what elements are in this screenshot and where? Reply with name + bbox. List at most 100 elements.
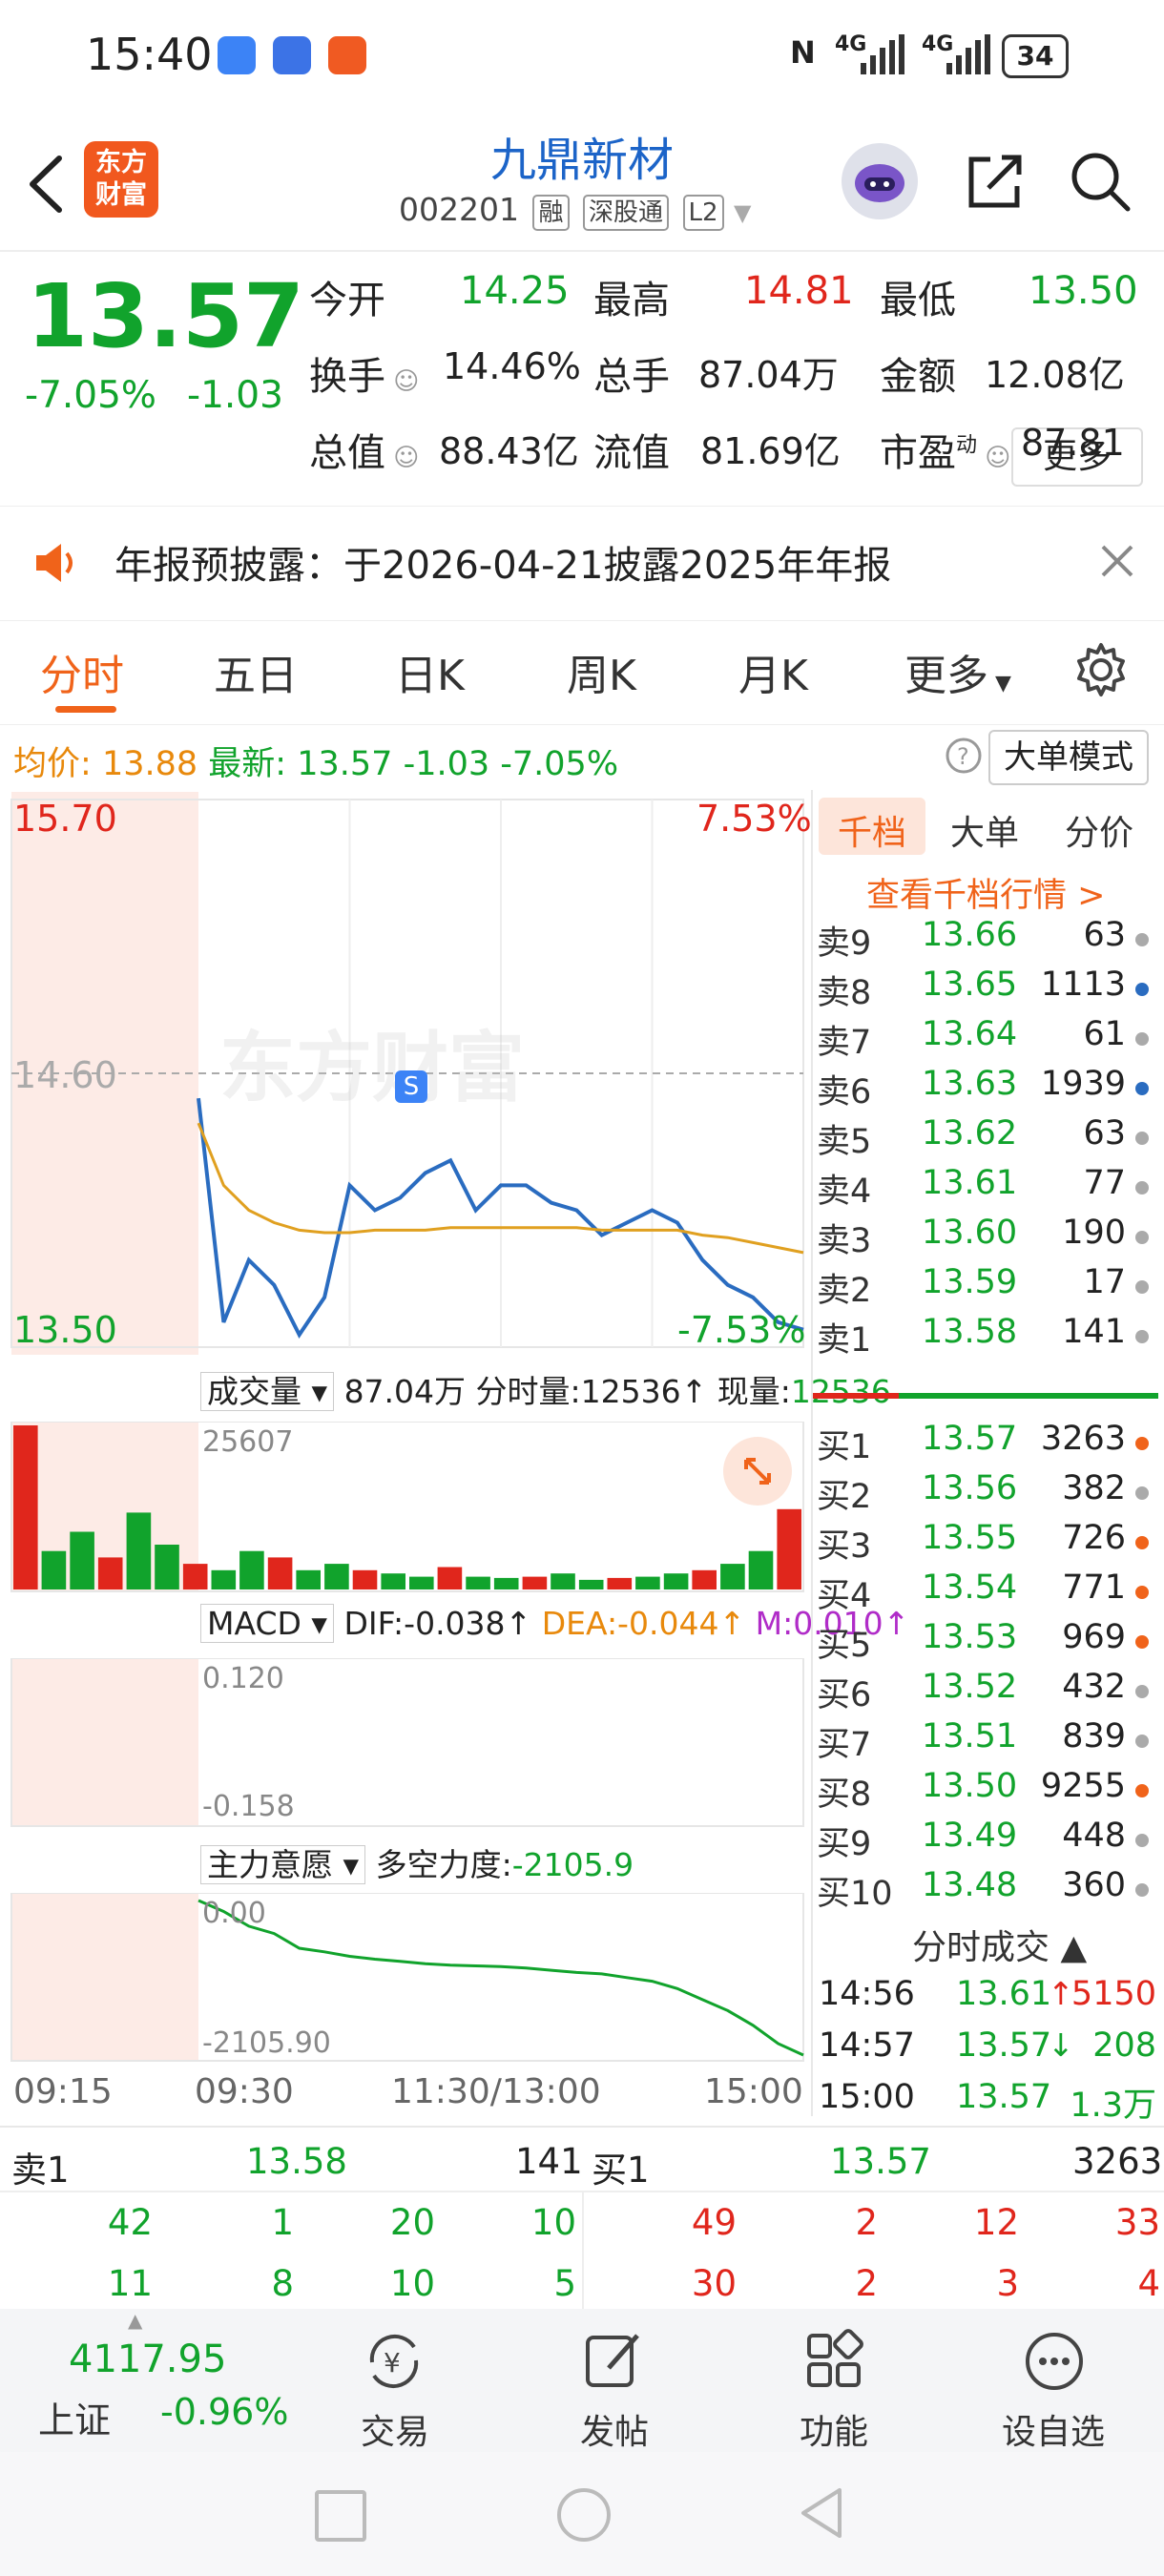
quote-stat-label: 换手 ☺ (309, 355, 420, 399)
nav-trade[interactable]: 交易 (319, 2404, 471, 2454)
ask-row[interactable]: 卖8 13.65 1113 (817, 966, 1160, 1015)
quote-stat-value: 14.25 (460, 269, 570, 313)
bid-row[interactable]: 买5 13.53 969 (817, 1618, 1160, 1668)
tab-intraday[interactable]: 分时 (40, 641, 124, 702)
buy-queue-cell: 2 (855, 2263, 878, 2304)
nav-post[interactable]: 发帖 (538, 2404, 691, 2454)
bid-price: 13.55 (922, 1519, 1018, 1557)
assistant-avatar-icon[interactable] (842, 143, 918, 219)
back-nav-icon[interactable] (798, 2486, 845, 2540)
status-time: 15:40 (86, 29, 213, 80)
ask-price: 13.58 (922, 1313, 1018, 1351)
quote-stat-value: 87.04万 (698, 354, 839, 396)
nav-add-watchlist[interactable]: 设自选 (977, 2404, 1130, 2454)
ask-row[interactable]: 卖7 13.64 61 (817, 1015, 1160, 1065)
home-icon[interactable] (557, 2488, 611, 2542)
buy-queue-cell: 30 (691, 2263, 737, 2304)
quote-stat-value: 14.46% (443, 345, 581, 387)
ask-volume: 190 (1062, 1214, 1126, 1252)
bid-volume: 771 (1062, 1568, 1126, 1607)
sell-queue-cell: 20 (389, 2202, 435, 2243)
main-force-dropdown[interactable]: 主力意愿 ▾ (200, 1845, 366, 1884)
bid-row[interactable]: 买9 13.49 448 (817, 1817, 1160, 1866)
ask-price: 13.60 (922, 1214, 1018, 1252)
close-icon[interactable] (1095, 539, 1139, 583)
avg-value: 13.88 (101, 745, 198, 783)
expand-chart-icon[interactable] (723, 1437, 792, 1506)
bid-row[interactable]: 买7 13.51 839 (817, 1717, 1160, 1767)
big-order-mode-button[interactable]: 大单模式 (988, 730, 1149, 785)
ask-row[interactable]: 卖3 13.60 190 (817, 1214, 1160, 1263)
search-icon[interactable] (1067, 148, 1133, 215)
info-icon[interactable]: ☺ (385, 367, 419, 396)
orderbook-tab-big-order[interactable]: 大单 (950, 805, 1019, 855)
orderbook-tab-depth[interactable]: 千档 (838, 805, 906, 855)
event-marker-icon[interactable]: S (395, 1070, 427, 1103)
tab-monthly-k[interactable]: 月K (738, 641, 808, 702)
index-name[interactable]: 上证 (38, 2391, 111, 2443)
tab-daily-k[interactable]: 日K (395, 641, 465, 702)
buy-queue-cell: 33 (1114, 2202, 1160, 2243)
info-icon[interactable]: ☺ (385, 444, 419, 472)
volume-bar (97, 1557, 123, 1589)
help-icon[interactable]: ? (945, 737, 983, 775)
tab-weekly-k[interactable]: 周K (567, 641, 636, 702)
recent-apps-icon[interactable] (315, 2490, 366, 2542)
yen-exchange-icon[interactable]: ¥ (361, 2328, 427, 2395)
connect-tag: 深股通 (583, 195, 670, 231)
bid-row[interactable]: 买4 13.54 771 (817, 1568, 1160, 1618)
settings-gear-icon[interactable] (1072, 641, 1130, 698)
tab-five-day[interactable]: 五日 (214, 641, 298, 702)
nav-functions[interactable]: 功能 (758, 2404, 910, 2454)
order-dot-icon (1135, 1635, 1149, 1649)
share-icon[interactable] (962, 148, 1029, 215)
ask-row[interactable]: 卖2 13.59 17 (817, 1263, 1160, 1313)
pe-dynamic-sup: 动 (956, 433, 978, 458)
dropdown-icon[interactable]: ▼ (734, 199, 751, 226)
notice-text: 年报预披露：于2026-04-21披露2025年年报 (114, 544, 892, 588)
chart-down-pct: -7.53% (677, 1309, 806, 1351)
edit-post-icon[interactable] (580, 2328, 647, 2395)
orderbook-tab-price-dist[interactable]: 分价 (1065, 805, 1133, 855)
now-volume-label: 现量: (717, 1373, 791, 1410)
chart-frame (10, 1658, 804, 1827)
macd-chart[interactable] (0, 1658, 811, 1830)
bid-row[interactable]: 买10 13.48 360 (817, 1866, 1160, 1916)
info-icon[interactable]: ☺ (977, 444, 1010, 472)
view-depth-link[interactable]: 查看千档行情 > (866, 868, 1105, 917)
more-dots-icon[interactable] (1021, 2328, 1088, 2395)
bid-level-label: 买8 (817, 1776, 872, 1814)
volume-bar (635, 1576, 660, 1589)
grid-function-icon[interactable] (801, 2328, 868, 2395)
bid-row[interactable]: 买3 13.55 726 (817, 1519, 1160, 1568)
bid-level-label: 买1 (817, 1428, 872, 1466)
change-amount: -1.03 (187, 374, 283, 417)
volume-bar (126, 1512, 152, 1589)
ticks-title[interactable]: 分时成交 ▲ (912, 1920, 1087, 1969)
ask-row[interactable]: 卖1 13.58 141 (817, 1313, 1160, 1362)
bid-row[interactable]: 买6 13.52 432 (817, 1668, 1160, 1717)
ask-row[interactable]: 卖5 13.62 63 (817, 1114, 1160, 1164)
order-dot-icon (1135, 1181, 1149, 1195)
main-force-chart[interactable] (0, 1893, 811, 2065)
ask-row[interactable]: 卖9 13.66 63 (817, 916, 1160, 966)
index-value[interactable]: 4117.95 (69, 2337, 226, 2381)
volume-bar (720, 1564, 745, 1589)
bid-level-label: 买6 (817, 1676, 872, 1714)
volume-chart[interactable] (0, 1422, 811, 1593)
ask-row[interactable]: 卖4 13.61 77 (817, 1164, 1160, 1214)
macd-dropdown[interactable]: MACD ▾ (200, 1604, 334, 1643)
volume-bar (692, 1569, 717, 1589)
buy1-vol: 3263 (1072, 2141, 1163, 2182)
volume-dropdown[interactable]: 成交量 ▾ (200, 1372, 335, 1411)
ask-volume: 61 (1083, 1015, 1126, 1053)
divider (0, 2126, 1164, 2128)
bid-row[interactable]: 买1 13.57 3263 (817, 1420, 1160, 1469)
collapse-arrow-icon[interactable]: ▲ (128, 2309, 142, 2332)
change-percent: -7.05% (25, 374, 156, 417)
tab-more[interactable]: 更多 ▼ (904, 641, 1011, 702)
bid-row[interactable]: 买2 13.56 382 (817, 1469, 1160, 1519)
ask-row[interactable]: 卖6 13.63 1939 (817, 1065, 1160, 1114)
index-change[interactable]: -0.96% (160, 2391, 288, 2433)
bid-row[interactable]: 买8 13.50 9255 (817, 1767, 1160, 1817)
